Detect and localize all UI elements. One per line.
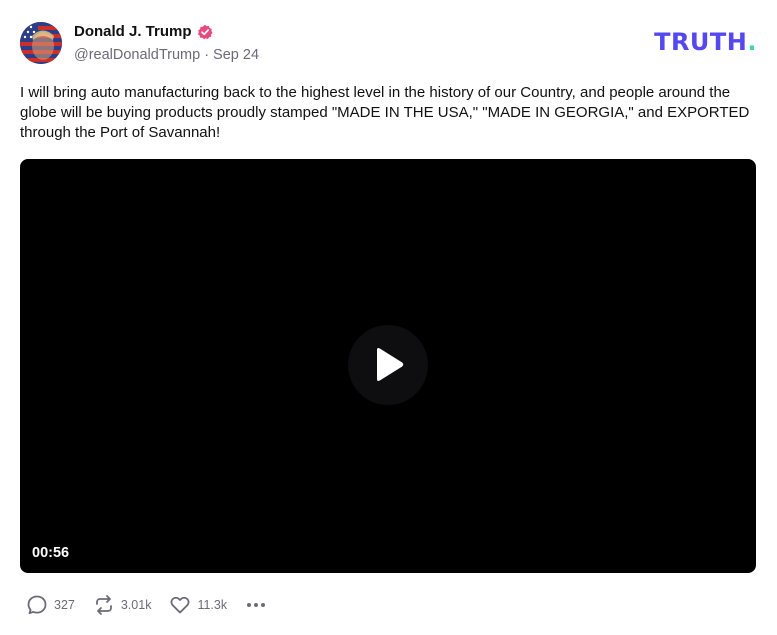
logo-word: TRUTH (654, 28, 748, 56)
logo-dot: . (747, 28, 757, 56)
name-row: Donald J. Trump (74, 23, 213, 41)
post-date[interactable]: Sep 24 (213, 46, 259, 64)
video-player[interactable]: 00:56 (20, 159, 756, 573)
truth-post: Donald J. Trump @realDonaldTrump · Sep 2… (0, 0, 777, 635)
truth-social-logo[interactable]: TRUTH . (654, 30, 757, 54)
post-text: I will bring auto manufacturing back to … (20, 84, 750, 141)
more-options-button[interactable] (245, 594, 267, 616)
avatar[interactable] (20, 22, 62, 64)
play-button[interactable] (348, 325, 428, 405)
display-name[interactable]: Donald J. Trump (74, 23, 192, 41)
meta-row: @realDonaldTrump · Sep 24 (74, 46, 259, 64)
like-button[interactable]: 11.3k (169, 594, 227, 616)
reply-count: 327 (54, 598, 75, 612)
reply-button[interactable]: 327 (26, 594, 75, 616)
repost-count: 3.01k (120, 598, 152, 612)
heart-icon (171, 596, 190, 614)
user-handle[interactable]: @realDonaldTrump (74, 46, 200, 64)
like-count: 11.3k (197, 598, 228, 612)
play-icon (377, 348, 404, 381)
action-bar: 327 3.01k 11.3k (26, 593, 267, 617)
repost-button[interactable]: 3.01k (93, 594, 152, 616)
avatar-image (20, 22, 62, 64)
reply-icon (27, 595, 47, 615)
repost-icon (95, 595, 112, 615)
meta-separator: · (204, 47, 210, 63)
more-icon (247, 603, 266, 607)
verified-badge-icon (197, 24, 213, 40)
video-duration: 00:56 (32, 545, 70, 561)
